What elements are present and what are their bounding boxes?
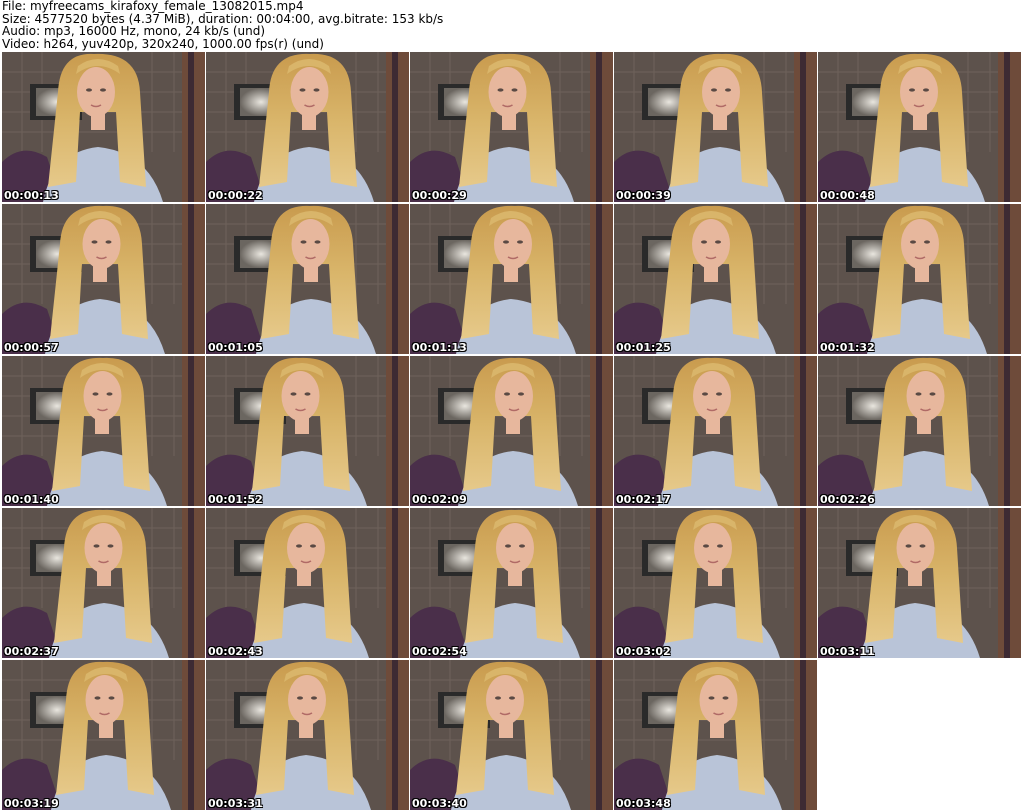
video-thumbnail: 00:01:13 xyxy=(410,204,613,354)
thumbnail-timestamp: 00:00:39 xyxy=(616,189,671,202)
video-thumbnail: 00:03:40 xyxy=(410,660,613,810)
thumbnail-timestamp: 00:03:19 xyxy=(4,797,59,810)
video-frame-image xyxy=(818,52,1021,202)
video-frame-image xyxy=(2,356,205,506)
thumbnail-timestamp: 00:02:54 xyxy=(412,645,467,658)
thumbnail-timestamp: 00:00:13 xyxy=(4,189,59,202)
video-frame-image xyxy=(818,508,1021,658)
video-frame-image xyxy=(410,52,613,202)
video-frame-image xyxy=(614,660,817,810)
video-thumbnail: 00:00:22 xyxy=(206,52,409,202)
video-thumbnail: 00:02:37 xyxy=(2,508,205,658)
thumbnail-timestamp: 00:03:31 xyxy=(208,797,263,810)
video-thumbnail: 00:02:43 xyxy=(206,508,409,658)
video-thumbnail: 00:03:31 xyxy=(206,660,409,810)
video-frame-image xyxy=(410,356,613,506)
video-thumbnail: 00:02:54 xyxy=(410,508,613,658)
video-thumbnail: 00:01:52 xyxy=(206,356,409,506)
video-frame-image xyxy=(614,508,817,658)
thumbnail-timestamp: 00:03:11 xyxy=(820,645,875,658)
video-thumbnail: 00:03:02 xyxy=(614,508,817,658)
video-frame-image xyxy=(2,204,205,354)
thumbnail-timestamp: 00:03:02 xyxy=(616,645,671,658)
video-thumbnail: 00:00:48 xyxy=(818,52,1021,202)
video-thumbnail: 00:01:32 xyxy=(818,204,1021,354)
video-frame-image xyxy=(410,508,613,658)
video-frame-image xyxy=(818,204,1021,354)
thumbnail-timestamp: 00:02:37 xyxy=(4,645,59,658)
thumbnail-timestamp: 00:01:25 xyxy=(616,341,671,354)
video-thumbnail: 00:00:29 xyxy=(410,52,613,202)
thumbnail-timestamp: 00:01:32 xyxy=(820,341,875,354)
thumbnail-timestamp: 00:02:17 xyxy=(616,493,671,506)
thumbnail-timestamp: 00:02:26 xyxy=(820,493,875,506)
thumbnail-timestamp: 00:01:40 xyxy=(4,493,59,506)
video-thumbnail: 00:01:05 xyxy=(206,204,409,354)
thumbnail-timestamp: 00:00:29 xyxy=(412,189,467,202)
video-thumbnail: 00:02:09 xyxy=(410,356,613,506)
video-thumbnail: 00:02:26 xyxy=(818,356,1021,506)
thumbnail-timestamp: 00:01:05 xyxy=(208,341,263,354)
thumbnail-timestamp: 00:02:09 xyxy=(412,493,467,506)
video-frame-image xyxy=(2,660,205,810)
video-frame-image xyxy=(206,204,409,354)
thumbnail-timestamp: 00:03:48 xyxy=(616,797,671,810)
video-thumbnail: 00:03:11 xyxy=(818,508,1021,658)
thumbnail-timestamp: 00:00:57 xyxy=(4,341,59,354)
video-frame-image xyxy=(206,52,409,202)
video-frame-image xyxy=(2,52,205,202)
video-thumbnail: 00:00:13 xyxy=(2,52,205,202)
video-thumbnail: 00:01:25 xyxy=(614,204,817,354)
video-frame-image xyxy=(206,508,409,658)
video-frame-image xyxy=(410,204,613,354)
thumbnail-timestamp: 00:03:40 xyxy=(412,797,467,810)
video-frame-image xyxy=(818,356,1021,506)
video-frame-image xyxy=(614,356,817,506)
video-thumbnail: 00:03:48 xyxy=(614,660,817,810)
video-thumbnail: 00:01:40 xyxy=(2,356,205,506)
thumbnail-timestamp: 00:01:52 xyxy=(208,493,263,506)
video-thumbnail: 00:00:57 xyxy=(2,204,205,354)
video-frame-image xyxy=(614,204,817,354)
thumbnail-timestamp: 00:00:22 xyxy=(208,189,263,202)
thumbnail-timestamp: 00:02:43 xyxy=(208,645,263,658)
video-thumbnail: 00:02:17 xyxy=(614,356,817,506)
thumbnail-timestamp: 00:01:13 xyxy=(412,341,467,354)
video-frame-image xyxy=(410,660,613,810)
thumbnail-timestamp: 00:00:48 xyxy=(820,189,875,202)
video-thumbnail: 00:03:19 xyxy=(2,660,205,810)
video-frame-image xyxy=(2,508,205,658)
video-frame-image xyxy=(206,660,409,810)
video-thumbnail: 00:00:39 xyxy=(614,52,817,202)
video-frame-image xyxy=(206,356,409,506)
thumbnail-grid: 00:00:13 00:00:22 00:00:29 00:00:39 00:0… xyxy=(0,0,1024,811)
video-frame-image xyxy=(614,52,817,202)
